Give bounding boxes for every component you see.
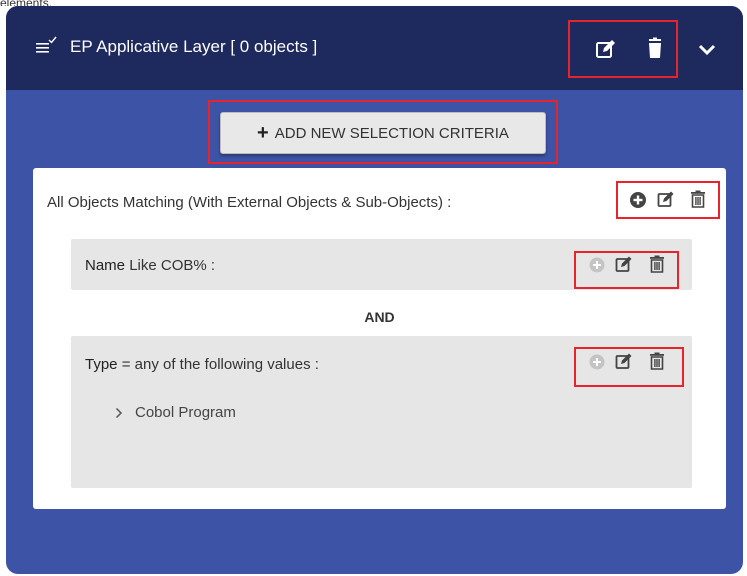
criterion-name-actions-highlight <box>574 251 679 289</box>
add-plus-icon: + <box>257 122 269 144</box>
criterion-value-label: Cobol Program <box>135 404 236 421</box>
layer-title: EP Applicative Layer [ 0 objects ] <box>70 37 318 56</box>
criterion-condition: = any of the following values : <box>121 356 319 373</box>
criterion-field: Name <box>85 257 126 274</box>
add-selection-criteria-button[interactable]: + ADD NEW SELECTION CRITERIA <box>220 112 546 154</box>
criterion-value-item[interactable]: Cobol Program <box>115 404 236 421</box>
chevron-down-icon[interactable] <box>696 39 718 61</box>
layer-panel: EP Applicative Layer [ 0 objects ] + ADD… <box>6 6 743 574</box>
edit-icon[interactable] <box>657 190 675 208</box>
panel-header: EP Applicative Layer [ 0 objects ] <box>6 6 743 90</box>
trash-icon[interactable] <box>689 190 707 208</box>
criterion-type-text: Type = any of the following values : <box>85 356 319 373</box>
criterion-name-text: Name Like COB% : <box>85 257 215 274</box>
menu-check-icon[interactable] <box>35 36 57 56</box>
add-circle-icon[interactable] <box>629 191 647 209</box>
criterion-condition: Like COB% : <box>129 257 216 274</box>
criteria-group-card: All Objects Matching (With External Obje… <box>33 168 726 509</box>
criterion-field: Type <box>85 356 118 373</box>
add-selection-criteria-label: ADD NEW SELECTION CRITERIA <box>274 124 509 142</box>
group-title: All Objects Matching (With External Obje… <box>47 194 452 211</box>
group-operator: AND <box>364 309 395 325</box>
edit-icon[interactable] <box>595 38 617 60</box>
trash-icon[interactable] <box>644 37 666 59</box>
chevron-right-icon <box>115 407 123 418</box>
criterion-type-actions-highlight <box>574 347 684 387</box>
